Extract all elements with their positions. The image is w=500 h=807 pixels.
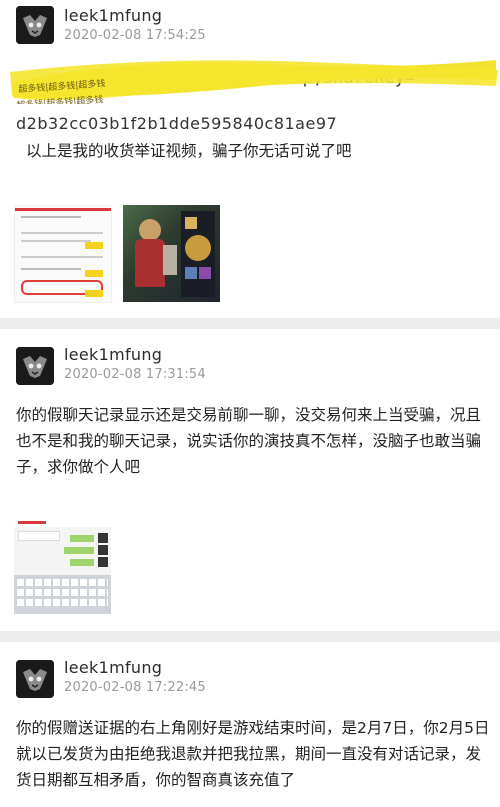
censor-scribble: 超多钱|超多钱|超多钱 超多钱|超多钱|超多钱 [10, 60, 498, 104]
link-text-line2[interactable]: d2b32cc03b1f2b1dde595840c81ae97 [16, 114, 337, 133]
post-text: 以上是我的收货举证视频，骗子你无话可说了吧 [26, 142, 352, 160]
post-card-3: leek1mfung 2020-02-08 17:22:45 你的假赠送证据的右… [0, 642, 500, 807]
chat-screenshot-thumbnail[interactable] [14, 517, 111, 614]
post-time: 2020-02-08 17:31:54 [64, 367, 206, 382]
post-text: 你的假赠送证据的右上角刚好是游戏结束时间，是2月7日，你2月5日就以已发货为由拒… [16, 719, 490, 789]
post-time: 2020-02-08 17:54:25 [64, 28, 206, 43]
avatar[interactable] [16, 660, 54, 698]
post-card-1: leek1mfung 2020-02-08 17:54:25 hxxps://v… [0, 0, 500, 318]
username[interactable]: leek1mfung [64, 345, 162, 364]
post-card-2: leek1mfung 2020-02-08 17:31:54 你的假聊天记录显示… [0, 329, 500, 631]
avatar[interactable] [16, 6, 54, 44]
avatar[interactable] [16, 347, 54, 385]
username[interactable]: leek1mfung [64, 6, 162, 25]
post-text: 你的假聊天记录显示还是交易前聊一聊，没交易何来上当受骗，况且也不是和我的聊天记录… [16, 406, 482, 476]
username[interactable]: leek1mfung [64, 658, 162, 677]
post-time: 2020-02-08 17:22:45 [64, 680, 206, 695]
game-screenshot-thumbnail[interactable] [123, 205, 220, 302]
screenshot-thumbnail[interactable] [14, 205, 112, 303]
